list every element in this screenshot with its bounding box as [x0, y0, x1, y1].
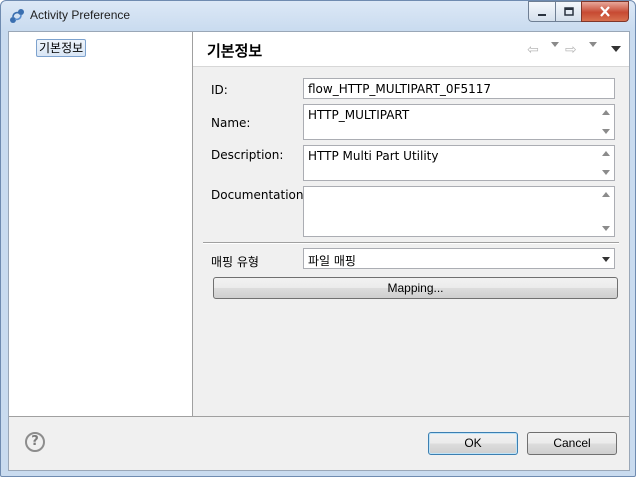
- page-header: 기본정보 ⇦ ⇨: [193, 32, 629, 67]
- scroll-up-icon[interactable]: [602, 110, 610, 115]
- cancel-button[interactable]: Cancel: [527, 432, 617, 455]
- id-label: ID:: [211, 83, 228, 97]
- mapping-type-value: 파일 매핑: [308, 254, 356, 268]
- title-bar[interactable]: Activity Preference: [1, 1, 635, 31]
- description-scrollbar[interactable]: [599, 147, 613, 179]
- maximize-icon: [563, 6, 574, 16]
- scroll-up-icon[interactable]: [602, 151, 610, 156]
- name-field[interactable]: HTTP_MULTIPART: [303, 104, 615, 140]
- chevron-down-icon[interactable]: [602, 257, 610, 262]
- dialog-client-area: 기본정보 기본정보 ⇦ ⇨ ID: flow_HTTP_MULTIPART_0F…: [8, 31, 630, 471]
- minimize-button[interactable]: [528, 1, 555, 22]
- id-field[interactable]: flow_HTTP_MULTIPART_0F5117: [303, 78, 615, 99]
- documentation-label: Documentation:: [211, 188, 308, 202]
- ok-button[interactable]: OK: [428, 432, 518, 455]
- separator: [203, 242, 619, 244]
- forward-arrow-icon[interactable]: ⇨: [565, 42, 577, 58]
- view-menu-icon[interactable]: [611, 46, 621, 52]
- close-button[interactable]: [581, 1, 629, 22]
- window-title: Activity Preference: [30, 8, 131, 22]
- scroll-down-icon[interactable]: [602, 226, 610, 231]
- mapping-button[interactable]: Mapping...: [213, 277, 618, 299]
- forward-history-dropdown-icon[interactable]: [589, 42, 597, 47]
- help-icon[interactable]: ?: [25, 432, 45, 452]
- description-field[interactable]: HTTP Multi Part Utility: [303, 145, 615, 181]
- documentation-field[interactable]: [303, 186, 615, 237]
- back-arrow-icon[interactable]: ⇦: [527, 42, 539, 58]
- back-history-dropdown-icon[interactable]: [551, 42, 559, 47]
- scroll-down-icon[interactable]: [602, 170, 610, 175]
- activity-icon: [10, 9, 24, 23]
- caption-buttons: [528, 1, 629, 22]
- page-title: 기본정보: [207, 42, 263, 60]
- name-value: HTTP_MULTIPART: [308, 108, 410, 122]
- maximize-button[interactable]: [555, 1, 581, 22]
- description-value: HTTP Multi Part Utility: [308, 149, 439, 163]
- preference-tree: 기본정보: [9, 32, 193, 417]
- scroll-down-icon[interactable]: [602, 129, 610, 134]
- scroll-up-icon[interactable]: [602, 192, 610, 197]
- description-label: Description:: [211, 148, 284, 162]
- documentation-scrollbar[interactable]: [599, 188, 613, 235]
- mapping-type-label: 매핑 유형: [211, 255, 259, 269]
- mapping-type-select[interactable]: 파일 매핑: [303, 248, 615, 269]
- activity-preference-dialog: Activity Preference 기본정보 기본정보 ⇦ ⇨ ID: fl…: [0, 0, 636, 477]
- close-icon: [600, 6, 610, 17]
- tree-item-basic-info[interactable]: 기본정보: [36, 39, 87, 57]
- id-value: flow_HTTP_MULTIPART_0F5117: [308, 82, 492, 96]
- preference-page: 기본정보 ⇦ ⇨ ID: flow_HTTP_MULTIPART_0F5117 …: [193, 32, 629, 417]
- name-label: Name:: [211, 116, 251, 130]
- name-scrollbar[interactable]: [599, 106, 613, 138]
- minimize-icon: [538, 13, 546, 16]
